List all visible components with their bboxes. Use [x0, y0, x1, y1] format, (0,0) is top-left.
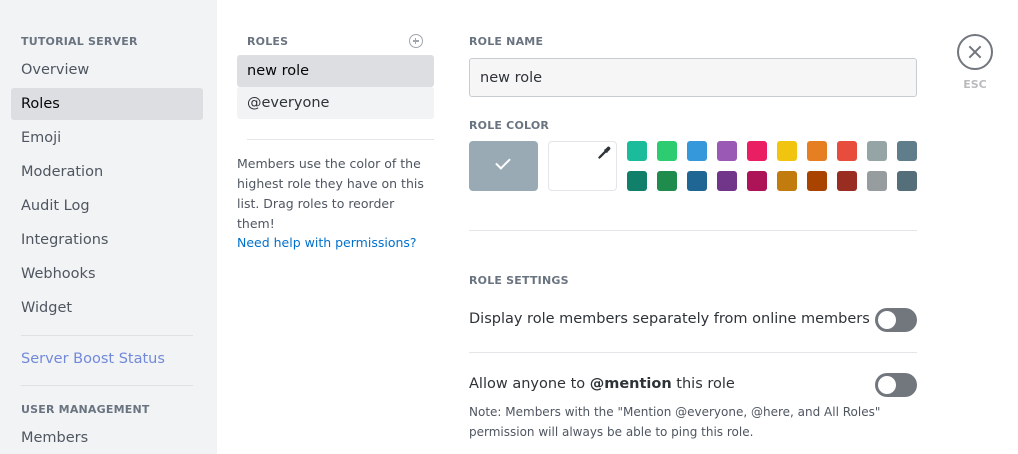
section-divider — [469, 230, 917, 231]
color-swatch[interactable] — [627, 141, 647, 161]
color-swatch[interactable] — [897, 141, 917, 161]
server-name-header: TUTORIAL SERVER — [21, 35, 138, 48]
sidebar-item-overview[interactable]: Overview — [11, 54, 203, 86]
color-swatch[interactable] — [657, 141, 677, 161]
sidebar-item-emoji[interactable]: Emoji — [11, 122, 203, 154]
role-color-label: ROLE COLOR — [469, 119, 550, 132]
sidebar-item-server-boost-status[interactable]: Server Boost Status — [11, 343, 203, 375]
add-role-icon[interactable] — [409, 34, 423, 48]
role-name-label: ROLE NAME — [469, 35, 544, 48]
display-separately-label: Display role members separately from onl… — [469, 311, 870, 327]
color-swatch[interactable] — [717, 171, 737, 191]
mention-keyword: @mention — [589, 376, 672, 392]
sidebar-item-roles[interactable]: Roles — [11, 88, 203, 120]
allow-mention-label: Allow anyone to @mention this role — [469, 376, 735, 392]
color-swatch[interactable] — [867, 141, 887, 161]
toggle-knob — [878, 376, 896, 394]
close-icon[interactable] — [957, 34, 993, 70]
sidebar-item-members[interactable]: Members — [11, 422, 203, 454]
allow-mention-toggle[interactable] — [875, 373, 917, 397]
sidebar-divider — [21, 335, 193, 336]
color-swatch[interactable] — [777, 141, 797, 161]
color-swatch[interactable] — [837, 141, 857, 161]
color-swatch[interactable] — [687, 171, 707, 191]
color-swatch[interactable] — [867, 171, 887, 191]
sidebar-item-moderation[interactable]: Moderation — [11, 156, 203, 188]
checkmark-icon — [495, 154, 511, 170]
display-separately-toggle[interactable] — [875, 308, 917, 332]
color-swatch[interactable] — [657, 171, 677, 191]
color-swatch[interactable] — [777, 171, 797, 191]
allow-mention-prefix: Allow anyone to — [469, 376, 590, 392]
color-swatch[interactable] — [717, 141, 737, 161]
role-item-new-role[interactable]: new role — [237, 55, 434, 87]
role-name-input[interactable] — [469, 58, 917, 97]
color-swatch[interactable] — [897, 171, 917, 191]
sidebar-item-widget[interactable]: Widget — [11, 292, 203, 324]
role-item-everyone[interactable]: @everyone — [237, 87, 434, 119]
settings-divider — [469, 352, 917, 353]
color-swatch[interactable] — [687, 141, 707, 161]
roles-divider — [247, 139, 434, 140]
color-swatch[interactable] — [807, 171, 827, 191]
permissions-help-link[interactable]: Need help with permissions? — [237, 235, 417, 250]
allow-mention-suffix: this role — [671, 376, 735, 392]
color-swatch[interactable] — [747, 141, 767, 161]
mention-note: Note: Members with the "Mention @everyon… — [469, 405, 881, 439]
default-color-swatch[interactable] — [469, 141, 538, 191]
color-swatch[interactable] — [747, 171, 767, 191]
custom-color-swatch[interactable] — [548, 141, 617, 191]
color-swatch[interactable] — [837, 171, 857, 191]
color-swatch[interactable] — [807, 141, 827, 161]
eyedropper-icon — [598, 146, 611, 159]
roles-header: ROLES — [247, 35, 289, 48]
esc-label: ESC — [963, 78, 987, 91]
sidebar-divider — [21, 385, 193, 386]
role-settings-label: ROLE SETTINGS — [469, 274, 569, 287]
sidebar-item-audit-log[interactable]: Audit Log — [11, 190, 203, 222]
color-swatch[interactable] — [627, 171, 647, 191]
sidebar-item-integrations[interactable]: Integrations — [11, 224, 203, 256]
user-management-header: USER MANAGEMENT — [21, 403, 150, 416]
roles-help-text: Members use the color of the highest rol… — [237, 156, 424, 231]
sidebar-item-webhooks[interactable]: Webhooks — [11, 258, 203, 290]
toggle-knob — [878, 311, 896, 329]
settings-sidebar: TUTORIAL SERVER Overview Roles Emoji Mod… — [0, 0, 217, 454]
